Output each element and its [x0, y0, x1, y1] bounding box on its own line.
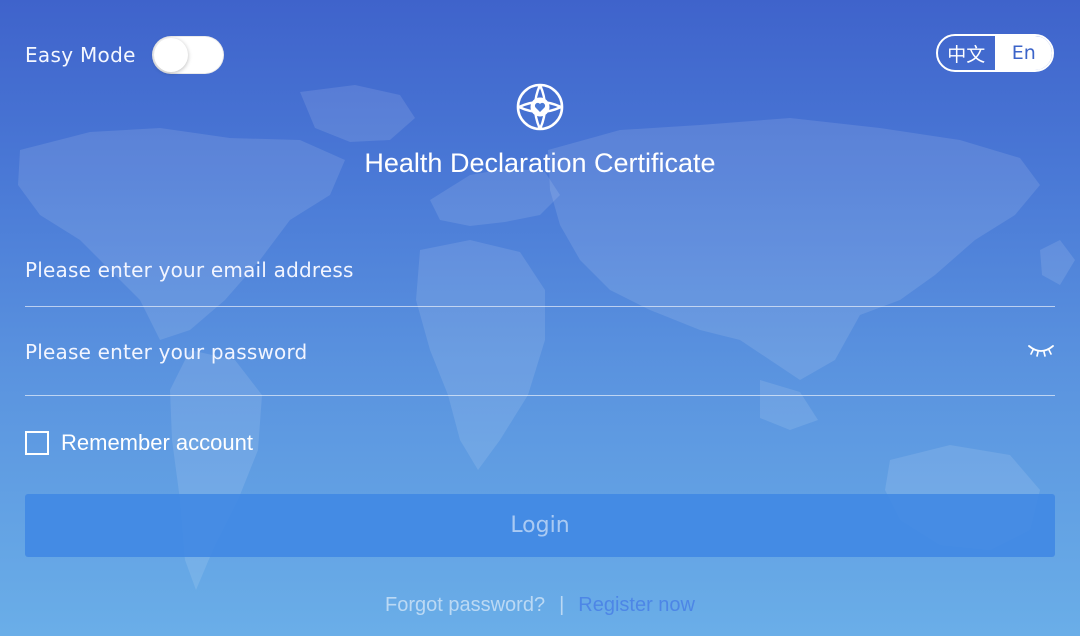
remember-checkbox[interactable] [25, 431, 49, 455]
easy-mode-label: Easy Mode [25, 43, 136, 67]
language-switch: 中文 En [936, 34, 1054, 72]
forgot-password-link[interactable]: Forgot password? [385, 594, 545, 617]
remember-account: Remember account [25, 430, 253, 456]
toggle-knob [153, 38, 188, 72]
eye-closed-icon[interactable] [1027, 342, 1055, 360]
language-option-chinese[interactable]: 中文 [938, 36, 996, 70]
easy-mode-toggle[interactable] [151, 36, 224, 74]
remember-label[interactable]: Remember account [61, 430, 253, 456]
link-separator: | [559, 594, 565, 616]
email-field[interactable]: Please enter your email address [25, 248, 1055, 307]
email-placeholder: Please enter your email address [25, 258, 354, 282]
password-placeholder: Please enter your password [25, 340, 308, 364]
language-option-english[interactable]: En [995, 36, 1052, 70]
page-title: Health Declaration Certificate [364, 148, 716, 178]
login-button[interactable]: Login [25, 494, 1055, 557]
register-link[interactable]: Register now [578, 594, 695, 617]
globe-heart-icon [516, 83, 564, 131]
footer-links: Forgot password? | Register now [0, 594, 1080, 617]
easy-mode-control: Easy Mode [25, 36, 224, 74]
password-field[interactable]: Please enter your password [25, 330, 1055, 396]
